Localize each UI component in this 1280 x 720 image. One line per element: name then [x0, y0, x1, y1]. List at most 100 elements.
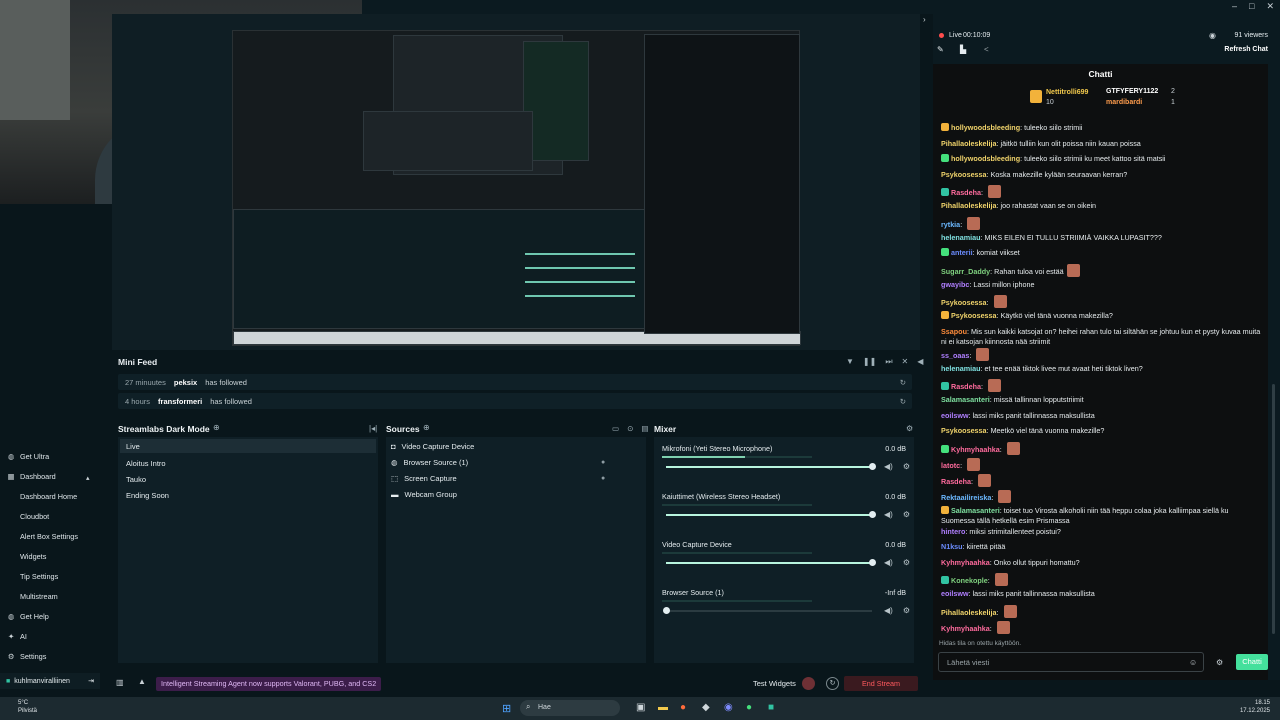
test-widgets-button[interactable]: Test Widgets [753, 679, 796, 688]
emoji-icon[interactable]: ☺ [1189, 658, 1197, 667]
stats-icon[interactable]: ▥ [116, 678, 124, 687]
account-bar[interactable]: ■ kuhlmanviralliinen ⇥ [0, 673, 100, 689]
chat-username[interactable]: Psykoosessa [951, 311, 997, 320]
speaker-icon[interactable]: ◀) [884, 462, 893, 471]
chat-username[interactable]: Konekople [951, 576, 988, 585]
task-view-icon[interactable]: ▣ [636, 702, 645, 713]
source-item[interactable]: ◘ Video Capture Device [391, 442, 474, 451]
sidebar-item-get-help[interactable]: ◍ Get Help [7, 612, 49, 621]
chat-username[interactable]: hollywoodsbleeding [951, 123, 1020, 132]
chat-username[interactable]: Salamasanteri [951, 506, 1000, 515]
gear-icon[interactable]: ⚙ [903, 510, 910, 519]
scene-item[interactable]: Ending Soon [126, 491, 169, 500]
chat-username[interactable]: helenamiau [941, 233, 981, 242]
chat-scrollbar[interactable] [1268, 64, 1280, 680]
chat-username[interactable]: Psykoosessa [941, 426, 987, 435]
sidebar-item-get-ultra[interactable]: ◍ Get Ultra [7, 452, 49, 461]
source-item[interactable]: ⬚ Screen Capture ● [391, 474, 605, 483]
close-icon[interactable]: ✕ [1266, 1, 1274, 12]
chat-username[interactable]: Pihallaoleskelija [941, 608, 997, 617]
chat-username[interactable]: Kyhmyhaahka [941, 558, 990, 567]
refresh-chat-button[interactable]: Refresh Chat [1224, 46, 1268, 53]
mute-alerts-icon[interactable]: ✕ [902, 357, 909, 367]
chat-username[interactable]: ss_oaas [941, 351, 969, 360]
end-stream-button[interactable]: End Stream [844, 676, 918, 691]
scene-item[interactable]: Tauko [126, 475, 146, 484]
speaker-icon[interactable]: ◀) [884, 558, 893, 567]
add-scene-collection-icon[interactable]: ⊕ [213, 423, 220, 432]
source-item[interactable]: ◍ Browser Source (1) ● [391, 458, 605, 467]
pause-icon[interactable]: ❚❚ [863, 357, 876, 367]
chat-username[interactable]: Rasdeha [941, 477, 971, 486]
scene-item[interactable]: Aloitus Intro [126, 459, 166, 468]
speaker-icon[interactable]: ◀) [884, 606, 893, 615]
chat-username[interactable]: gwayibc [941, 280, 969, 289]
sidebar-item-dashboard-home[interactable]: Dashboard Home [20, 492, 77, 501]
sidebar-item-dashboard[interactable]: ▦ Dashboard [7, 472, 56, 481]
chat-username[interactable]: Psykoosessa [941, 170, 987, 179]
folder-icon[interactable]: ▤ [641, 424, 648, 433]
streaming-agent-notice[interactable]: Intelligent Streaming Agent now supports… [156, 677, 382, 691]
chat-username[interactable]: helenamiau [941, 364, 981, 373]
filter-icon[interactable]: ▼ [846, 357, 854, 367]
sidebar-item-alert-box-settings[interactable]: Alert Box Settings [20, 532, 78, 541]
discord-icon[interactable]: ◉ [724, 702, 733, 713]
chat-username[interactable]: Psykoosessa [941, 298, 987, 307]
gear-icon[interactable]: ⚙ [906, 424, 913, 433]
chat-username[interactable]: Rasdeha [951, 188, 981, 197]
chat-username[interactable]: eoilsww [941, 411, 969, 420]
scene-transition-icon[interactable]: |◂| [369, 424, 377, 433]
logout-icon[interactable]: ⇥ [88, 677, 94, 685]
chat-username[interactable]: Kyhmyhaahka [951, 445, 1000, 454]
volume-slider[interactable] [666, 559, 876, 566]
skip-icon[interactable]: ⏭ [885, 357, 892, 367]
chat-username[interactable]: hintero [941, 527, 965, 536]
source-item[interactable]: ▬ Webcam Group [391, 490, 457, 499]
taskbar-clock[interactable]: 18.15 17.12.2025 [1240, 699, 1270, 715]
windows-start-icon[interactable]: ⊞ [502, 702, 511, 715]
chat-username[interactable]: latotc [941, 461, 960, 470]
replay-icon[interactable]: ↻ [900, 397, 906, 406]
chat-username[interactable]: Pihallaoleskelija [941, 201, 997, 210]
sidebar-item-tip-settings[interactable]: Tip Settings [20, 572, 58, 581]
scene-collection-title[interactable]: Streamlabs Dark Mode [118, 424, 210, 434]
streamlabs-taskbar-icon[interactable]: ■ [768, 702, 774, 713]
chat-username[interactable]: anterii [951, 248, 973, 257]
sidebar-item-ai[interactable]: ✦ AI [7, 632, 27, 641]
add-source-icon[interactable]: ⊕ [423, 423, 430, 432]
gear-icon[interactable]: ⚙ [1216, 658, 1223, 667]
alert-icon[interactable]: ▲ [138, 677, 146, 686]
sidebar-item-multistream[interactable]: Multistream [20, 592, 58, 601]
chat-username[interactable]: Rasdeha [951, 382, 981, 391]
sidebar-item-widgets[interactable]: Widgets [20, 552, 46, 561]
gear-icon[interactable]: ⚙ [903, 558, 910, 567]
app-icon[interactable]: ◆ [702, 702, 710, 713]
minimize-icon[interactable]: – [1232, 1, 1237, 12]
chat-username[interactable]: Salamasanteri [941, 395, 990, 404]
volume-slider[interactable] [666, 511, 876, 518]
lock-icon[interactable]: ● [601, 459, 605, 466]
file-explorer-icon[interactable]: ▬ [658, 702, 668, 713]
chat-username[interactable]: Ssapou [941, 327, 967, 336]
replay-buffer-icon[interactable]: ↻ [826, 677, 839, 690]
chat-send-button[interactable]: Chatti [1236, 654, 1268, 670]
scene-item-live[interactable]: Live [120, 439, 376, 453]
chat-input[interactable]: Lähetä viesti [938, 652, 1204, 672]
browser-icon[interactable]: ● [680, 702, 686, 713]
spotify-icon[interactable]: ● [746, 702, 752, 713]
chat-username[interactable]: Sugarr_Daddy [941, 267, 990, 276]
sidebar-item-cloudbot[interactable]: Cloudbot [20, 512, 49, 521]
maximize-icon[interactable]: □ [1249, 1, 1254, 12]
chevron-up-icon[interactable]: ▴ [86, 474, 90, 482]
share-icon[interactable]: < [984, 45, 989, 54]
chevron-right-icon[interactable]: › [923, 15, 926, 24]
gear-icon[interactable]: ⚙ [903, 462, 910, 471]
group-icon[interactable]: ▭ [612, 424, 619, 433]
sidebar-item-settings[interactable]: ⚙ Settings [7, 652, 47, 661]
weather-widget[interactable]: 5°C Pilvistä [18, 699, 37, 715]
taskbar-search[interactable]: Hae [520, 700, 620, 716]
volume-slider[interactable] [666, 463, 876, 470]
tag-icon[interactable]: ▙ [960, 45, 966, 54]
record-icon[interactable] [802, 677, 815, 690]
chat-username[interactable]: hollywoodsbleeding [951, 154, 1020, 163]
